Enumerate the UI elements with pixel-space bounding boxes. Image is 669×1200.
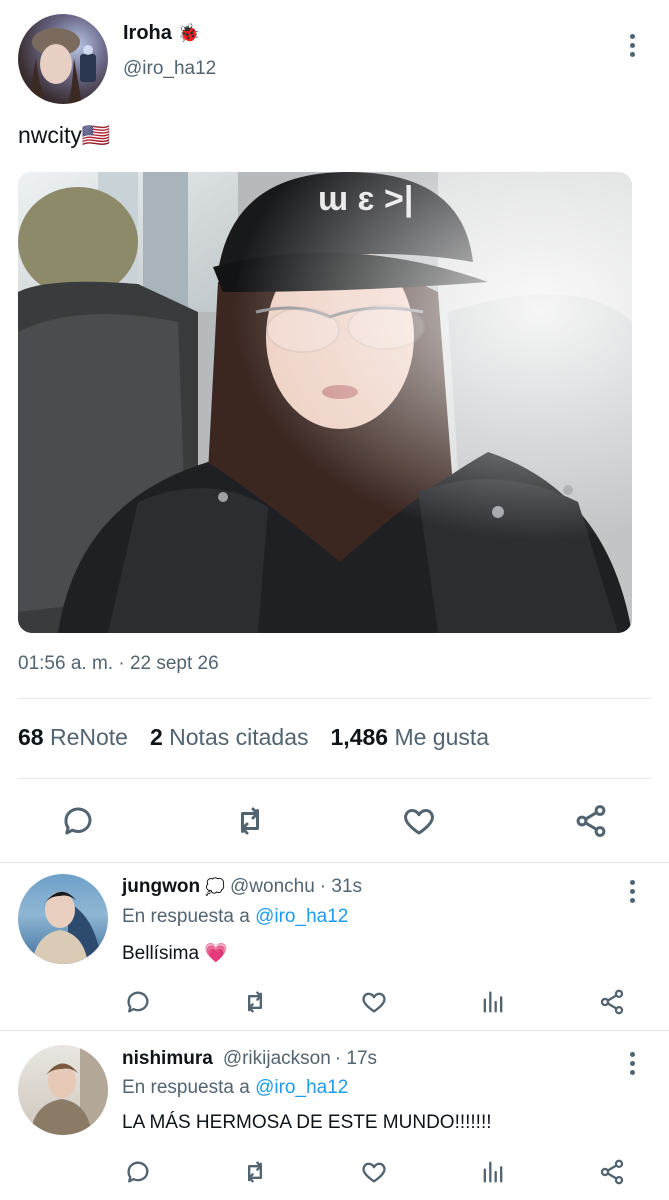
- reply-2-name[interactable]: nishimura: [122, 1048, 213, 1070]
- reply-2-context-prefix: En respuesta a: [122, 1077, 250, 1098]
- renotes-label: ReNote: [49, 724, 128, 750]
- reply-1-action-bar: [0, 986, 669, 1018]
- post-image[interactable]: ɯ ɛ >|: [18, 172, 632, 633]
- reply-1-like-icon[interactable]: [359, 988, 389, 1016]
- reply-avatar-image-2: [30, 1045, 108, 1135]
- reply-1-header: jungwon 💭 @wonchu · 31s: [122, 876, 362, 898]
- quotes-count: 2: [149, 724, 163, 750]
- likes-label: Me gusta: [394, 724, 490, 750]
- reply-1-share-icon[interactable]: [598, 988, 626, 1016]
- reply-2-header: nishimura @rikijackson · 17s: [122, 1048, 377, 1070]
- reply-2-handle[interactable]: @rikijackson: [223, 1048, 331, 1070]
- reply-2-share-icon[interactable]: [598, 1158, 626, 1186]
- quotes-stat[interactable]: 2 Notas citadas: [150, 724, 309, 751]
- reply-2-views-icon[interactable]: [479, 1158, 507, 1186]
- reply-2-more-icon[interactable]: [627, 1052, 637, 1075]
- reply-2-reply-icon[interactable]: [124, 1158, 152, 1186]
- author-name[interactable]: Iroha: [123, 22, 172, 45]
- share-icon[interactable]: [573, 803, 609, 839]
- reply-1-name[interactable]: jungwon: [122, 876, 200, 898]
- avatar-image: [28, 28, 96, 104]
- reply-1-context-mention[interactable]: @iro_ha12: [255, 906, 348, 927]
- reply-avatar-image: [32, 891, 108, 964]
- reply-1-reply-icon[interactable]: [124, 988, 152, 1016]
- thought-bubble-icon: 💭: [205, 879, 226, 896]
- ladybug-icon: 🐞: [177, 22, 201, 43]
- reply-1-views-icon[interactable]: [479, 988, 507, 1016]
- like-icon[interactable]: [400, 803, 438, 839]
- stats-row: 68 ReNote 2 Notas citadas 1,486 Me gusta: [18, 724, 489, 751]
- likes-count: 1,486: [330, 724, 389, 750]
- divider-reply-2: [0, 1030, 669, 1031]
- reply-2-renote-icon[interactable]: [240, 1158, 270, 1186]
- post-more-icon[interactable]: [627, 34, 637, 57]
- author-handle[interactable]: @iro_ha12: [123, 58, 216, 80]
- reply-1-text: Bellísima 💗: [122, 943, 229, 964]
- reply-2-context-mention[interactable]: @iro_ha12: [255, 1077, 348, 1098]
- renotes-stat[interactable]: 68 ReNote: [18, 724, 128, 751]
- post-text: nwcity🇺🇸: [18, 122, 111, 148]
- post-action-bar: [0, 800, 669, 844]
- reply-2-text: LA MÁS HERMOSA DE ESTE MUNDO!!!!!!!: [122, 1112, 492, 1133]
- reply-2-like-icon[interactable]: [359, 1158, 389, 1186]
- author-name-row: Iroha 🐞: [123, 20, 200, 46]
- reply-1-more-icon[interactable]: [627, 880, 637, 903]
- reply-1-context-prefix: En respuesta a: [122, 906, 250, 927]
- likes-stat[interactable]: 1,486 Me gusta: [331, 724, 490, 751]
- selfie-photo: ɯ ɛ >|: [18, 172, 632, 633]
- reply-avatar-nishimura[interactable]: [18, 1045, 108, 1135]
- reply-1-time: · 31s: [319, 876, 363, 897]
- divider-top-stats: [18, 698, 651, 699]
- reply-1-context: En respuesta a @iro_ha12: [122, 906, 348, 928]
- reply-2-action-bar: [0, 1156, 669, 1188]
- reply-icon[interactable]: [60, 803, 96, 839]
- reply-avatar-jungwon[interactable]: [18, 874, 108, 964]
- reply-1-handle[interactable]: @wonchu: [230, 876, 315, 898]
- reply-1-renote-icon[interactable]: [240, 988, 270, 1016]
- reply-2-context: En respuesta a @iro_ha12: [122, 1077, 348, 1099]
- divider-replies: [0, 862, 669, 863]
- renote-icon[interactable]: [230, 803, 270, 839]
- quotes-label: Notas citadas: [169, 724, 309, 750]
- reply-2-time: · 17s: [334, 1048, 378, 1069]
- post-timestamp[interactable]: 01:56 a. m. · 22 sept 26: [18, 653, 219, 675]
- author-avatar[interactable]: [18, 14, 108, 104]
- divider-bottom-stats: [18, 778, 651, 779]
- renotes-count: 68: [18, 724, 44, 750]
